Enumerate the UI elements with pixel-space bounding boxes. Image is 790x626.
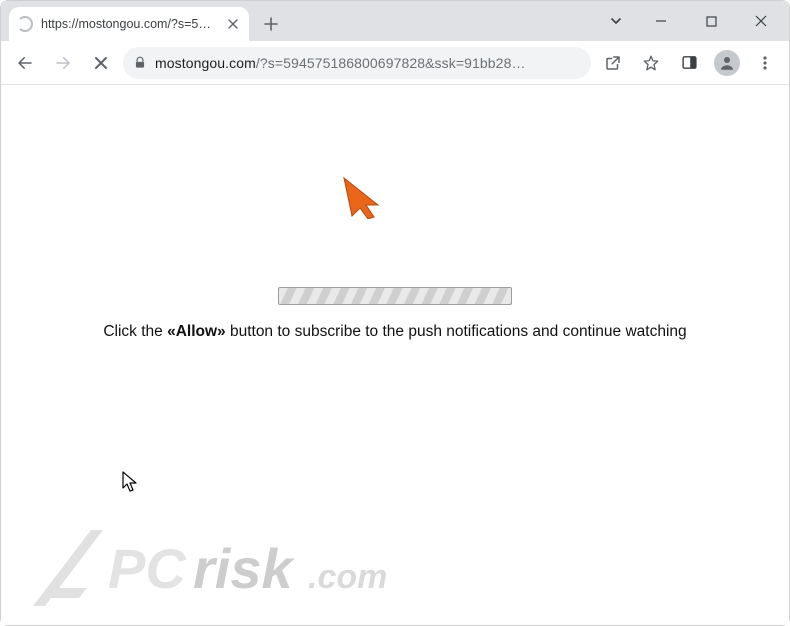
maximize-icon [706, 16, 717, 27]
share-icon [604, 54, 622, 72]
wm-tld: .com [308, 558, 387, 596]
close-icon [228, 19, 238, 29]
annotation-arrow-icon [338, 175, 382, 219]
msg-bold: «Allow» [167, 323, 226, 340]
plus-icon [264, 17, 278, 31]
url-host: mostongou.com [155, 55, 256, 71]
profile-button[interactable] [711, 47, 743, 79]
share-button[interactable] [597, 47, 629, 79]
url-text: mostongou.com/?s=594575186800697828&ssk=… [155, 55, 581, 71]
msg-post: button to subscribe to the push notifica… [226, 323, 687, 340]
notification-bait-message: Click the «Allow» button to subscribe to… [1, 323, 789, 341]
minimize-button[interactable] [639, 6, 683, 36]
watermark: PC risk .com [23, 519, 443, 615]
browser-tab[interactable]: https://mostongou.com/?s=5945 [9, 7, 249, 41]
browser-window: https://mostongou.com/?s=5945 [0, 0, 790, 626]
wm-part1: PC [108, 537, 187, 600]
svg-text:.com: .com [308, 558, 387, 596]
new-tab-button[interactable] [257, 10, 285, 38]
side-panel-button[interactable] [673, 47, 705, 79]
stop-reload-button[interactable] [85, 47, 117, 79]
browser-toolbar: mostongou.com/?s=594575186800697828&ssk=… [1, 41, 789, 85]
menu-button[interactable] [749, 47, 781, 79]
window-controls [599, 1, 783, 41]
page-content: Click the «Allow» button to subscribe to… [1, 85, 789, 625]
fake-progress-bar [278, 287, 512, 305]
forward-button [47, 47, 79, 79]
arrow-right-icon [54, 54, 72, 72]
mouse-cursor-icon [121, 471, 139, 493]
tab-title: https://mostongou.com/?s=5945 [41, 17, 217, 31]
loading-spinner-icon [17, 16, 33, 32]
wm-part2: risk [193, 537, 295, 600]
window-close-button[interactable] [739, 6, 783, 36]
tab-close-button[interactable] [225, 16, 241, 32]
pcrisk-logo-icon: PC risk .com [23, 522, 443, 612]
minimize-icon [655, 15, 667, 27]
arrow-left-icon [16, 54, 34, 72]
star-icon [642, 54, 660, 72]
lock-icon [133, 56, 147, 70]
chevron-down-icon [610, 15, 622, 27]
msg-pre: Click the [103, 323, 167, 340]
panel-icon [681, 54, 698, 71]
avatar-icon [714, 50, 740, 76]
bookmark-button[interactable] [635, 47, 667, 79]
tab-search-button[interactable] [599, 6, 633, 36]
svg-text:risk: risk [193, 537, 295, 600]
kebab-icon [757, 55, 773, 71]
back-button[interactable] [9, 47, 41, 79]
address-bar[interactable]: mostongou.com/?s=594575186800697828&ssk=… [123, 47, 591, 79]
tab-strip: https://mostongou.com/?s=5945 [1, 1, 789, 41]
url-path: /?s=594575186800697828&ssk=91bb28… [256, 55, 526, 71]
svg-text:PC: PC [108, 537, 187, 600]
close-icon [755, 15, 767, 27]
maximize-button[interactable] [689, 6, 733, 36]
close-icon [94, 56, 108, 70]
